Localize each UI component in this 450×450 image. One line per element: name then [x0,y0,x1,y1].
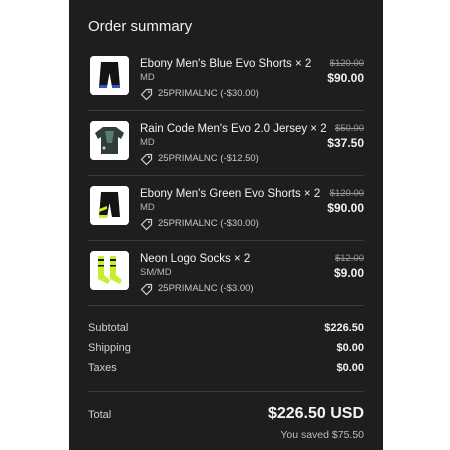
taxes-label: Taxes [88,362,117,374]
socks-icon [90,251,129,290]
shipping-row: Shipping $0.00 [88,338,364,358]
shipping-label: Shipping [88,342,131,354]
subtotal-label: Subtotal [88,322,129,334]
item-variant: MD [140,202,155,213]
item-name: Ebony Men's Green Evo Shorts × 2 [140,188,321,200]
discount-code: 25PRIMALNC (-$30.00) [158,88,259,99]
item-discount: 25PRIMALNC (-$30.00) [140,217,325,231]
total-row: Total $226.50 USD [88,405,364,423]
jersey-icon [90,121,129,160]
item-original-price: $120.00 [329,188,364,199]
discount-code: 25PRIMALNC (-$3.00) [158,283,254,294]
subtotal-row: Subtotal $226.50 [88,318,364,338]
item-discount: 25PRIMALNC (-$30.00) [140,87,325,101]
item-final-price: $37.50 [327,136,364,150]
item-original-price: $50.00 [334,123,364,134]
totals-section: Subtotal $226.50 Shipping $0.00 Taxes $0… [88,318,364,378]
total-label: Total [88,409,112,421]
item-name: Neon Logo Socks × 2 [140,253,251,265]
shipping-value: $0.00 [336,342,364,354]
item-name: Ebony Men's Blue Evo Shorts × 2 [140,58,312,70]
item-original-price: $12.00 [334,253,364,264]
item-original-price: $120.00 [329,58,364,69]
shorts-green-icon [90,186,129,225]
item-variant: MD [140,72,155,83]
item-variant: MD [140,137,155,148]
discount-code: 25PRIMALNC (-$12.50) [158,153,259,164]
tag-icon [140,88,153,101]
totals-divider [88,391,364,392]
savings-text: You saved $75.50 [280,429,364,441]
shorts-blue-icon [90,56,129,95]
line-item: Rain Code Men's Evo 2.0 Jersey × 2 MD 25… [88,111,364,176]
tag-icon [140,283,153,296]
line-item: Ebony Men's Blue Evo Shorts × 2 MD 25PRI… [88,46,364,111]
tag-icon [140,218,153,231]
subtotal-value: $226.50 [324,322,364,334]
taxes-value: $0.00 [336,362,364,374]
line-item: Ebony Men's Green Evo Shorts × 2 MD 25PR… [88,176,364,241]
item-final-price: $9.00 [333,266,364,280]
item-variant: SM/MD [140,267,172,278]
item-final-price: $90.00 [327,201,364,215]
item-discount: 25PRIMALNC (-$3.00) [140,282,325,296]
item-name: Rain Code Men's Evo 2.0 Jersey × 2 [140,123,327,135]
line-item: Neon Logo Socks × 2 SM/MD 25PRIMALNC (-$… [88,241,364,306]
item-discount: 25PRIMALNC (-$12.50) [140,152,325,166]
tag-icon [140,153,153,166]
discount-code: 25PRIMALNC (-$30.00) [158,218,259,229]
line-items-list: Ebony Men's Blue Evo Shorts × 2 MD 25PRI… [88,46,364,306]
order-summary-title: Order summary [88,18,193,35]
order-summary-panel: Order summary Ebony Men's Blue Evo Short… [69,0,383,450]
total-value: $226.50 USD [267,405,364,422]
taxes-row: Taxes $0.00 [88,358,364,378]
item-final-price: $90.00 [327,71,364,85]
